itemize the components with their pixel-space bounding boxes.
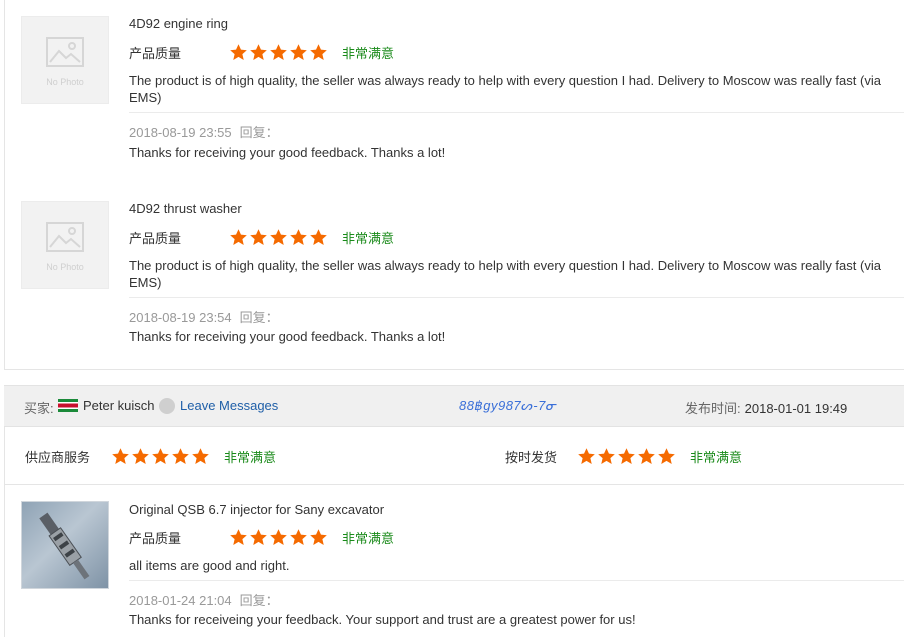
quality-rating: 产品质量 非常满意 [129, 528, 394, 546]
star-icon [230, 528, 247, 545]
divider [129, 580, 904, 581]
product-thumbnail[interactable]: No Photo [21, 16, 109, 104]
on-time-delivery-label: 按时发货 [505, 450, 558, 465]
date-text: 2018-08-19 23:55 [129, 125, 232, 140]
review-date: 2018-08-19 23:55 回复： [129, 122, 279, 141]
star-icon [310, 528, 327, 545]
date-text: 2018-01-24 21:04 [129, 593, 232, 608]
star-icon [132, 448, 149, 465]
product-name[interactable]: Original QSB 6.7 injector for Sany excav… [129, 502, 384, 517]
leave-messages-link[interactable]: Leave Messages [180, 398, 278, 413]
star-rating [229, 43, 328, 62]
buyer-name: Peter kuisch [83, 398, 155, 413]
star-icon [658, 448, 675, 465]
satisfaction-label: 非常满意 [224, 450, 277, 465]
no-photo-label: No Photo [46, 262, 84, 272]
date-text: 2018-08-19 23:54 [129, 310, 232, 325]
product-name[interactable]: 4D92 thrust washer [129, 201, 242, 216]
star-icon [250, 228, 267, 245]
quality-rating: 产品质量 非常满意 [129, 228, 394, 246]
publish-time: 发布时间: 2018-01-01 19:49 [685, 398, 847, 417]
star-icon [618, 448, 635, 465]
publish-label: 发布时间: [685, 401, 741, 416]
buyer-label: 买家: [24, 401, 54, 416]
star-icon [638, 448, 655, 465]
star-rating [229, 528, 328, 547]
star-icon [230, 43, 247, 60]
reply-label: 回复： [239, 310, 279, 325]
star-icon [598, 448, 615, 465]
product-thumbnail[interactable] [21, 501, 109, 589]
satisfaction-label: 非常满意 [342, 230, 395, 246]
star-icon [270, 528, 287, 545]
star-icon [310, 43, 327, 60]
no-photo-label: No Photo [46, 77, 84, 87]
product-name[interactable]: 4D92 engine ring [129, 16, 228, 31]
satisfaction-label: 非常满意 [342, 530, 395, 546]
image-placeholder-icon [46, 222, 84, 252]
star-icon [192, 448, 209, 465]
review-text: The product is of high quality, the sell… [129, 73, 881, 105]
seller-reply: Thanks for receiving your good feedback.… [129, 145, 446, 160]
contact-number: 88฿gy987ᔕ-7ᓂ [459, 398, 558, 413]
image-placeholder-icon [46, 37, 84, 67]
star-icon [270, 43, 287, 60]
supplier-service-rating: 供应商服务 非常满意 [25, 447, 276, 466]
buyer-bar: 买家: Peter kuisch Leave Messages 88฿gy987… [4, 385, 904, 427]
review-item: Original QSB 6.7 injector for Sany excav… [4, 485, 904, 637]
reply-label: 回复： [239, 125, 279, 140]
service-ratings: 供应商服务 非常满意 按时发货 非常满意 [4, 427, 904, 485]
star-rating [229, 228, 328, 247]
star-icon [250, 43, 267, 60]
review-date: 2018-08-19 23:54 回复： [129, 307, 279, 326]
star-icon [250, 528, 267, 545]
satisfaction-label: 非常满意 [690, 450, 743, 465]
product-thumbnail[interactable]: No Photo [21, 201, 109, 289]
star-icon [152, 448, 169, 465]
star-icon [230, 228, 247, 245]
review-item: No Photo 4D92 engine ring 产品质量 非常满意 The … [4, 0, 904, 185]
star-icon [172, 448, 189, 465]
supplier-service-label: 供应商服务 [25, 450, 91, 465]
satisfaction-label: 非常满意 [342, 45, 395, 61]
reply-label: 回复： [239, 593, 279, 608]
star-icon [290, 528, 307, 545]
seller-reply: Thanks for receiving your good feedback.… [129, 329, 446, 344]
star-icon [310, 228, 327, 245]
quality-label: 产品质量 [129, 530, 182, 546]
review-text: The product is of high quality, the sell… [129, 258, 881, 290]
star-icon [290, 228, 307, 245]
divider [129, 112, 904, 113]
review-text: all items are good and right. [129, 558, 290, 573]
star-icon [290, 43, 307, 60]
quality-label: 产品质量 [129, 230, 182, 246]
country-flag-icon [58, 399, 78, 412]
divider [129, 297, 904, 298]
review-date: 2018-01-24 21:04 回复： [129, 590, 279, 609]
quality-label: 产品质量 [129, 45, 182, 61]
star-icon [270, 228, 287, 245]
quality-rating: 产品质量 非常满意 [129, 43, 394, 61]
star-icon [112, 448, 129, 465]
injector-photo [39, 512, 90, 580]
message-icon[interactable] [159, 398, 175, 414]
publish-value: 2018-01-01 19:49 [744, 401, 848, 416]
star-rating [577, 447, 676, 466]
review-item: No Photo 4D92 thrust washer 产品质量 非常满意 Th… [4, 184, 904, 370]
on-time-delivery-rating: 按时发货 非常满意 [505, 447, 742, 466]
seller-reply: Thanks for receiveing your feedback. You… [129, 612, 636, 627]
star-icon [578, 448, 595, 465]
star-rating [111, 447, 210, 466]
